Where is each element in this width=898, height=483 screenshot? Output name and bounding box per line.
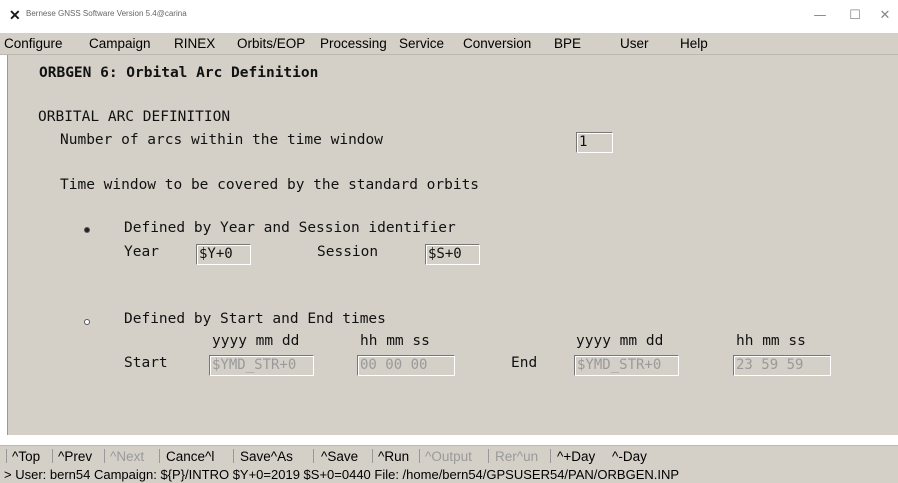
title-bar: ✕ Bernese GNSS Software Version 5.4@cari… [0, 0, 898, 33]
save-as-button[interactable]: Save^As [240, 449, 293, 464]
window-title: Bernese GNSS Software Version 5.4@carina [26, 9, 187, 18]
minimize-button[interactable]: — [808, 6, 832, 26]
run-button[interactable]: ^Run [378, 449, 409, 464]
session-label: Session [317, 244, 379, 260]
year-session-option-label: Defined by Year and Session identifier [124, 220, 456, 236]
next-button[interactable]: ^Next [110, 449, 144, 464]
start-time-input[interactable]: 00 00 00 [357, 355, 455, 376]
toolbar-separator [159, 449, 160, 463]
menu-bpe[interactable]: BPE [554, 36, 581, 51]
start-end-radio[interactable] [82, 317, 92, 327]
top-button[interactable]: ^Top [12, 449, 40, 464]
year-label: Year [124, 244, 159, 260]
toolbar-separator [52, 449, 53, 463]
toolbar-separator [372, 449, 373, 463]
menu-configure[interactable]: Configure [4, 36, 63, 51]
session-input[interactable]: $S+0 [425, 244, 480, 265]
rerun-button[interactable]: Rer^un [495, 449, 538, 464]
time-window-label: Time window to be covered by the standar… [60, 177, 480, 193]
minus-day-button[interactable]: ^-Day [612, 449, 647, 464]
menu-orbits-eop[interactable]: Orbits/EOP [237, 36, 305, 51]
toolbar-separator [104, 449, 105, 463]
menu-conversion[interactable]: Conversion [463, 36, 531, 51]
output-button[interactable]: ^Output [425, 449, 472, 464]
end-date-header: yyyy mm dd [576, 333, 664, 349]
command-toolbar: ^Top ^Prev ^Next Cance^l Save^As ^Save ^… [0, 445, 898, 467]
panel-border [7, 55, 8, 435]
toolbar-separator [6, 449, 7, 463]
section-title: ORBITAL ARC DEFINITION [38, 109, 231, 125]
year-session-radio[interactable] [82, 225, 92, 235]
toolbar-separator [419, 449, 420, 463]
start-time-header: hh mm ss [360, 333, 430, 349]
num-arcs-label: Number of arcs within the time window [60, 132, 384, 148]
start-date-header: yyyy mm dd [212, 333, 300, 349]
prev-button[interactable]: ^Prev [58, 449, 92, 464]
toolbar-separator [233, 449, 234, 463]
input-panel: ORBGEN 6: Orbital Arc Definition ORBITAL… [7, 55, 898, 435]
toolbar-separator [488, 449, 489, 463]
cancel-button[interactable]: Cance^l [166, 449, 214, 464]
start-end-option-label: Defined by Start and End times [124, 311, 386, 327]
menu-campaign[interactable]: Campaign [89, 36, 151, 51]
menu-rinex[interactable]: RINEX [174, 36, 215, 51]
start-date-input[interactable]: $YMD_STR+0 [209, 355, 314, 376]
toolbar-separator [313, 449, 314, 463]
toolbar-separator [550, 449, 551, 463]
plus-day-button[interactable]: ^+Day [557, 449, 595, 464]
menu-user[interactable]: User [620, 36, 649, 51]
end-date-input[interactable]: $YMD_STR+0 [574, 355, 679, 376]
year-input[interactable]: $Y+0 [196, 244, 251, 265]
status-bar: > User: bern54 Campaign: ${P}/INTRO $Y+0… [0, 466, 898, 483]
menu-processing[interactable]: Processing [320, 36, 387, 51]
start-label: Start [124, 355, 168, 371]
close-button[interactable]: ✕ [873, 6, 897, 26]
menu-help[interactable]: Help [680, 36, 708, 51]
end-label: End [511, 355, 538, 371]
save-button[interactable]: ^Save [321, 449, 358, 464]
status-text: > User: bern54 Campaign: ${P}/INTRO $Y+0… [4, 467, 680, 482]
app-logo-icon: ✕ [9, 7, 21, 23]
num-arcs-input[interactable]: 1 [576, 132, 613, 153]
end-time-header: hh mm ss [736, 333, 806, 349]
menu-bar: Configure Campaign RINEX Orbits/EOP Proc… [0, 33, 898, 55]
end-time-input[interactable]: 23 59 59 [733, 355, 831, 376]
maximize-button[interactable]: ☐ [843, 6, 867, 26]
page-title: ORBGEN 6: Orbital Arc Definition [39, 65, 319, 81]
menu-service[interactable]: Service [399, 36, 444, 51]
